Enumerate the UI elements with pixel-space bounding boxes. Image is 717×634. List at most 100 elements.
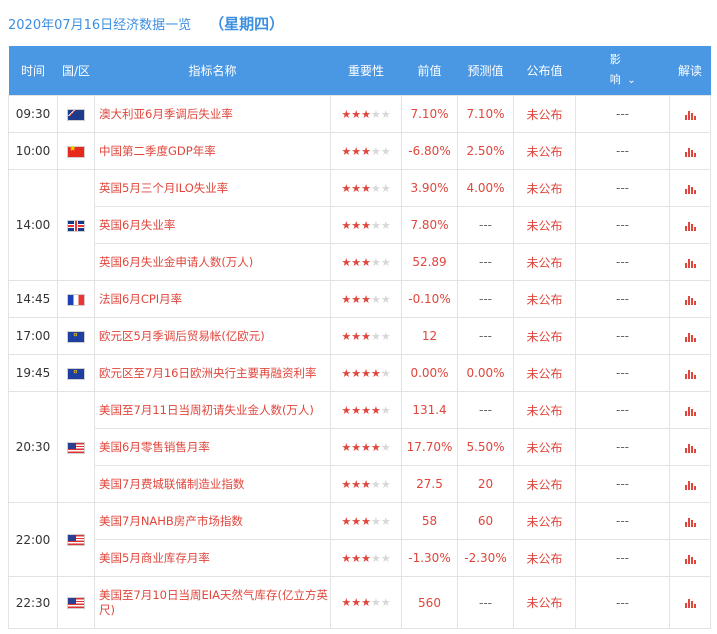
bar-chart-icon[interactable] <box>684 295 696 305</box>
indicator-name[interactable]: 美国7月费城联储制造业指数 <box>94 465 331 503</box>
bar-chart-icon[interactable] <box>684 184 696 194</box>
bar-chart-icon[interactable] <box>684 406 696 416</box>
importance-stars: ★★★★★ <box>330 354 402 392</box>
actual-value: 未公布 <box>513 95 576 133</box>
indicator-name[interactable]: 澳大利亚6月季调后失业率 <box>94 95 331 133</box>
impact-value: --- <box>575 317 670 355</box>
star-icon: ★ <box>380 181 391 195</box>
star-icon: ★ <box>370 596 381 609</box>
bar-chart-icon[interactable] <box>684 369 696 379</box>
interpret-cell[interactable] <box>669 132 711 170</box>
indicator-name[interactable]: 欧元区至7月16日欧洲央行主要再融资利率 <box>94 354 331 392</box>
interpret-cell[interactable] <box>669 391 711 429</box>
star-icon: ★ <box>370 366 381 380</box>
interpret-cell[interactable] <box>669 206 711 244</box>
impact-value: --- <box>575 95 670 133</box>
interpret-cell[interactable] <box>669 280 711 318</box>
indicator-name[interactable]: 英国6月失业金申请人数(万人) <box>94 243 331 281</box>
star-icon: ★ <box>361 329 371 343</box>
interpret-cell[interactable] <box>669 317 711 355</box>
bar-chart-icon[interactable] <box>684 517 696 527</box>
importance-stars: ★★★★★ <box>330 280 402 318</box>
time-cell: 17:00 <box>8 317 58 355</box>
chevron-down-icon[interactable]: ⌄ <box>627 71 635 91</box>
col-header-time: 时间 <box>8 46 58 96</box>
previous-value: 131.4 <box>401 391 458 429</box>
indicator-name[interactable]: 美国5月商业库存月率 <box>94 539 331 577</box>
bar-chart-icon[interactable] <box>684 110 696 120</box>
star-icon: ★ <box>380 329 391 343</box>
country-cell <box>57 280 95 318</box>
star-icon: ★ <box>361 107 371 121</box>
interpret-cell[interactable] <box>669 465 711 503</box>
indicator-name[interactable]: 美国6月零售销售月率 <box>94 428 331 466</box>
star-icon: ★ <box>380 107 391 121</box>
star-icon: ★ <box>370 477 381 491</box>
country-cell <box>57 576 95 629</box>
bar-chart-icon[interactable] <box>684 598 696 608</box>
bar-chart-icon[interactable] <box>684 332 696 342</box>
bar-chart-icon[interactable] <box>684 221 696 231</box>
actual-value: 未公布 <box>513 132 576 170</box>
interpret-cell[interactable] <box>669 502 711 540</box>
france-flag-icon <box>67 293 85 306</box>
indicator-name[interactable]: 英国6月失业率 <box>94 206 331 244</box>
interpret-cell[interactable] <box>669 576 711 629</box>
indicator-name[interactable]: 欧元区5月季调后贸易帐(亿欧元) <box>94 317 331 355</box>
star-icon: ★ <box>341 329 352 343</box>
interpret-cell[interactable] <box>669 428 711 466</box>
bar-chart-icon[interactable] <box>684 554 696 564</box>
star-icon: ★ <box>361 366 371 380</box>
interpret-cell[interactable] <box>669 539 711 577</box>
table-row: 美国5月商业库存月率 ★★★★★ -1.30% -2.30% 未公布 --- <box>9 539 711 577</box>
impact-value: --- <box>575 354 670 392</box>
interpret-cell[interactable] <box>669 354 711 392</box>
interpret-cell[interactable] <box>669 169 711 207</box>
table-header-row: 时间 国/区 指标名称 重要性 前值 预测值 公布值 影响 ⌄ 解读 <box>8 46 711 96</box>
star-icon: ★ <box>361 477 371 491</box>
time-cell: 22:00 <box>8 502 58 577</box>
star-icon: ★ <box>370 144 381 158</box>
impact-value: --- <box>575 280 670 318</box>
bar-chart-icon[interactable] <box>684 147 696 157</box>
star-icon: ★ <box>341 477 352 491</box>
table-row: 20:30 美国至7月11日当周初请失业金人数(万人) ★★★★★ 131.4 --- 未… <box>8 391 711 503</box>
forecast-value: 60 <box>457 502 514 540</box>
bar-chart-icon[interactable] <box>684 480 696 490</box>
indicator-name[interactable]: 英国5月三个月ILO失业率 <box>94 169 331 207</box>
bar-chart-icon[interactable] <box>684 258 696 268</box>
indicator-name[interactable]: 美国至7月11日当周初请失业金人数(万人) <box>94 391 331 429</box>
star-icon: ★ <box>351 255 362 269</box>
page-title: 2020年07月16日经济数据一览 <box>8 17 192 33</box>
table-row: 19:45欧元区至7月16日欧洲央行主要再融资利率★★★★★0.00%0.00%… <box>8 354 711 392</box>
star-icon: ★ <box>380 255 391 269</box>
star-icon: ★ <box>361 144 371 158</box>
bar-chart-icon[interactable] <box>684 443 696 453</box>
eu-flag-icon <box>67 328 85 343</box>
interpret-cell[interactable] <box>669 243 711 281</box>
indicator-name[interactable]: 美国7月NAHB房产市场指数 <box>94 502 331 540</box>
country-cell <box>57 354 95 392</box>
star-icon: ★ <box>370 181 381 195</box>
col-header-impact[interactable]: 影响 ⌄ <box>575 46 670 96</box>
table-row: 美国7月费城联储制造业指数 ★★★★★ 27.5 20 未公布 --- <box>9 465 711 503</box>
forecast-value: --- <box>457 576 514 629</box>
star-icon: ★ <box>370 403 381 417</box>
indicator-name[interactable]: 中国第二季度GDP年率 <box>94 132 331 170</box>
indicator-name[interactable]: 美国至7月10日当周EIA天然气库存(亿立方英尺) <box>94 576 331 629</box>
importance-stars: ★★★★★ <box>330 539 402 577</box>
indicator-name[interactable]: 法国6月CPI月率 <box>94 280 331 318</box>
star-icon: ★ <box>351 292 362 306</box>
star-icon: ★ <box>370 551 381 565</box>
star-icon: ★ <box>341 255 352 269</box>
star-icon: ★ <box>341 218 352 232</box>
star-icon: ★ <box>380 144 391 158</box>
country-cell <box>57 95 95 133</box>
interpret-cell[interactable] <box>669 95 711 133</box>
actual-value: 未公布 <box>513 206 576 244</box>
star-icon: ★ <box>351 107 362 121</box>
col-header-previous: 前值 <box>401 46 458 96</box>
forecast-value: -2.30% <box>457 539 514 577</box>
table-row: 10:00中国第二季度GDP年率★★★★★-6.80%2.50%未公布--- <box>8 132 711 170</box>
table-row: 英国6月失业金申请人数(万人) ★★★★★ 52.89 --- 未公布 --- <box>9 243 711 281</box>
